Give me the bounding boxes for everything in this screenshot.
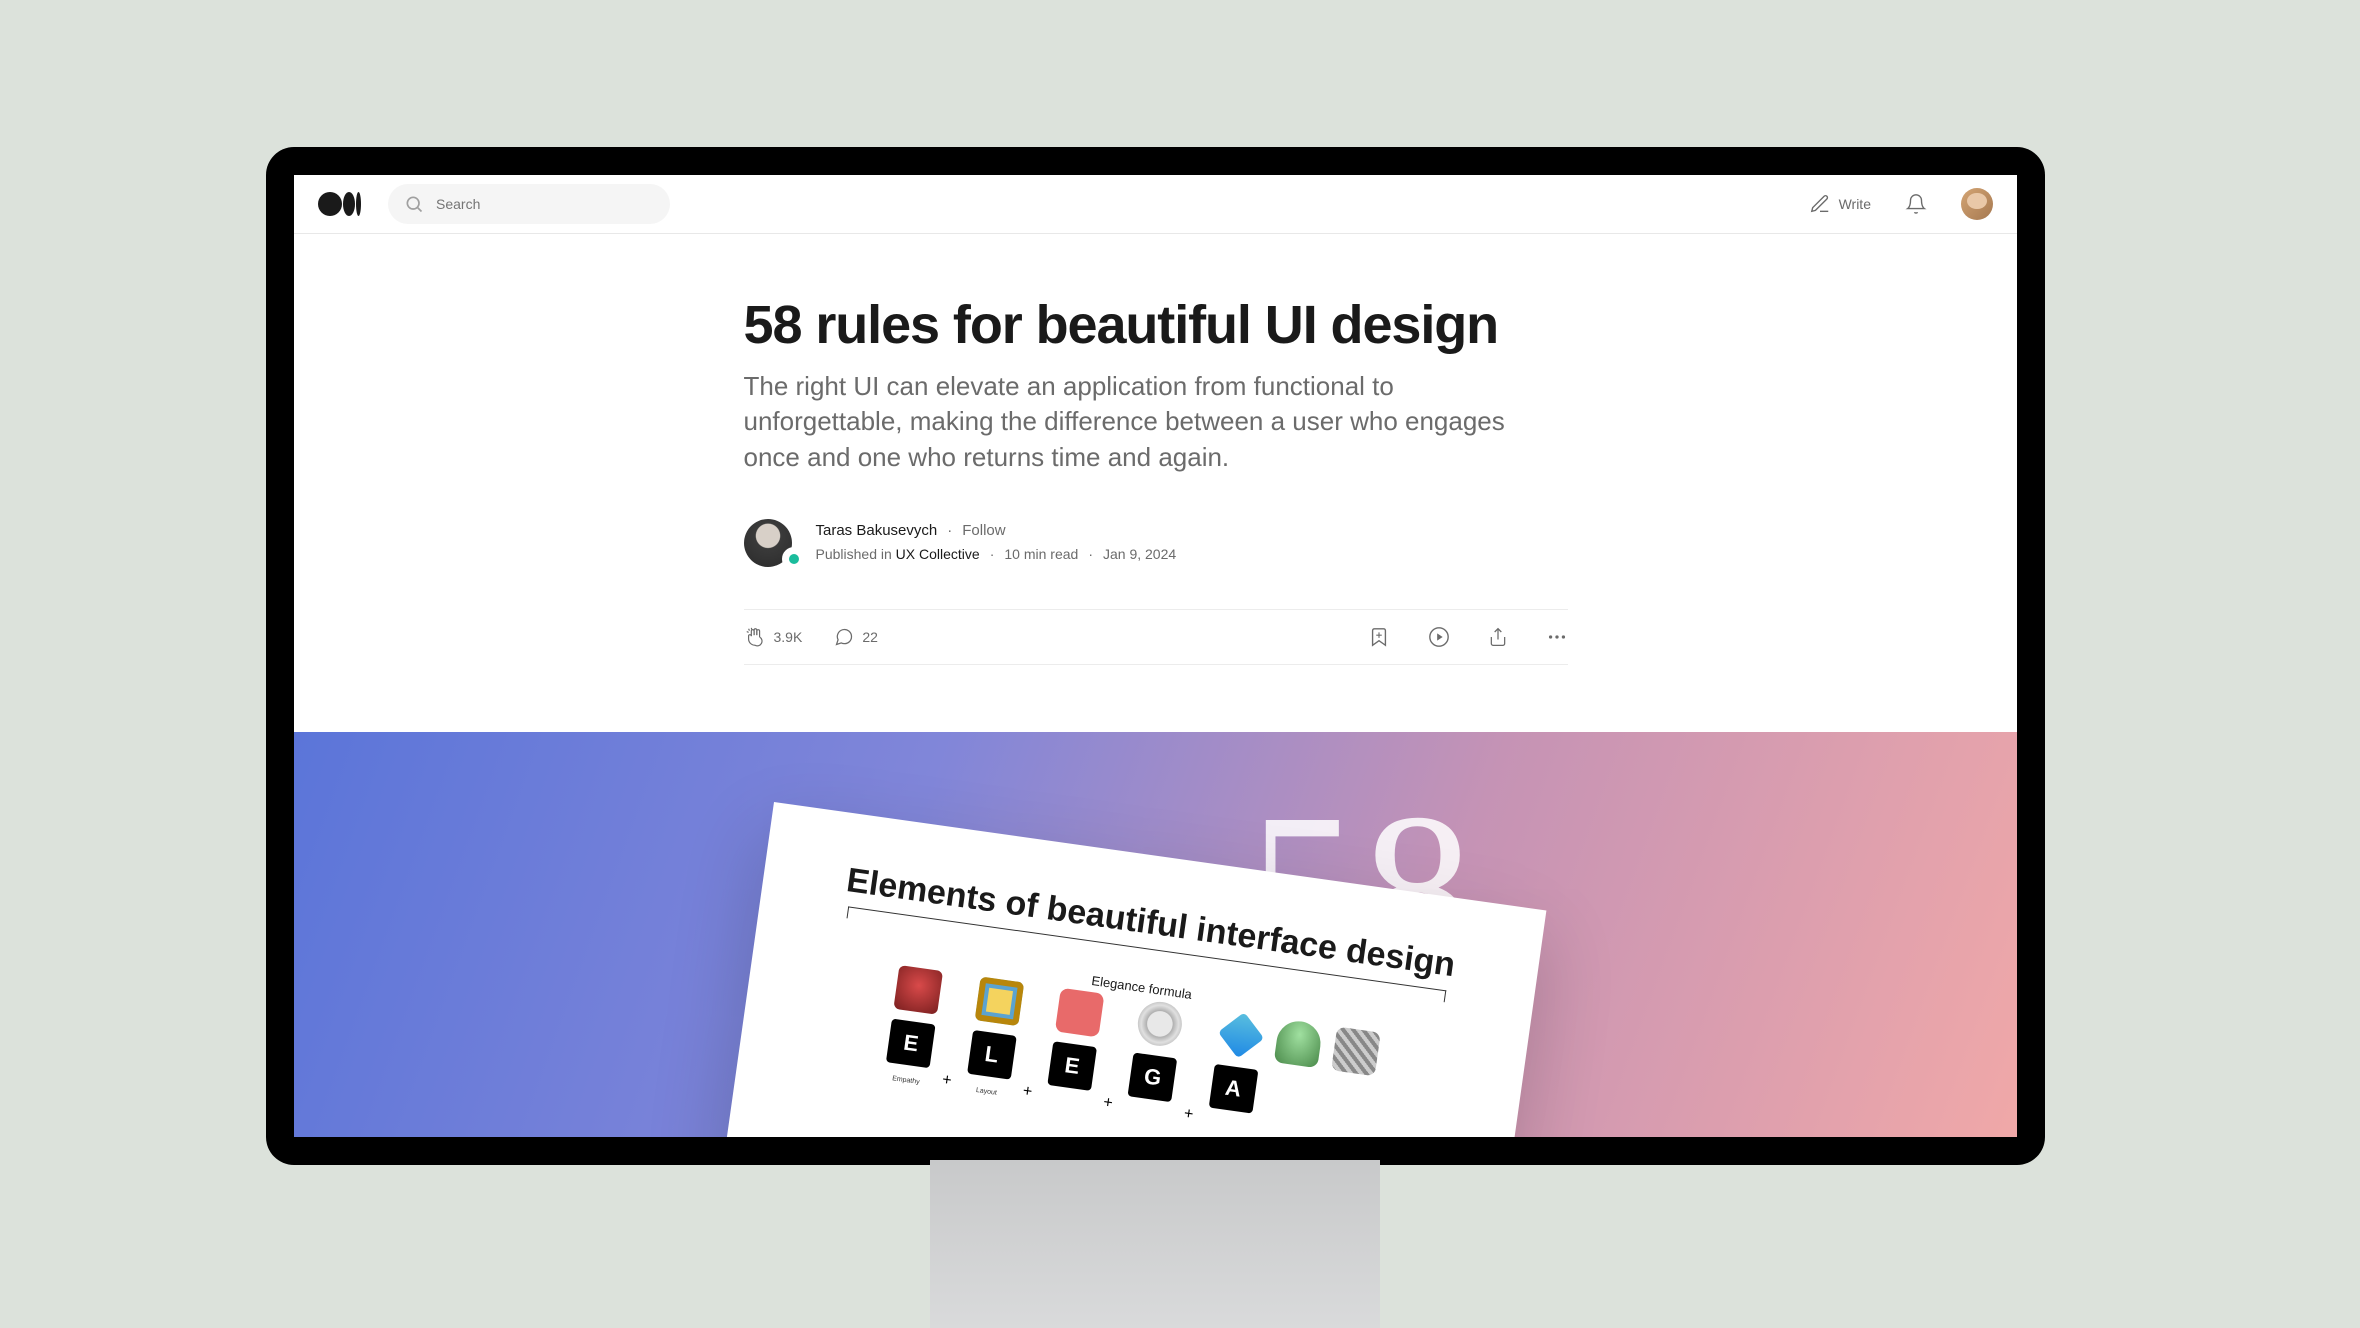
compass-icon bbox=[1135, 999, 1185, 1049]
author-avatar-group[interactable] bbox=[744, 519, 800, 567]
publication-link[interactable]: UX Collective bbox=[896, 546, 980, 562]
ticket-icon bbox=[1055, 988, 1105, 1038]
heart-icon bbox=[894, 965, 944, 1015]
ufo-icon bbox=[1273, 1018, 1323, 1068]
byline: Taras Bakusevych · Follow Published in U… bbox=[744, 519, 1568, 567]
author-name[interactable]: Taras Bakusevych bbox=[816, 519, 938, 542]
follow-button[interactable]: Follow bbox=[962, 519, 1005, 542]
comment-icon bbox=[834, 627, 854, 647]
nav-right: Write bbox=[1809, 188, 1993, 220]
action-bar: 3.9K 22 bbox=[744, 609, 1568, 665]
listen-button[interactable] bbox=[1428, 626, 1450, 648]
tile: L bbox=[967, 1030, 1017, 1080]
bell-icon bbox=[1905, 193, 1927, 215]
write-icon bbox=[1809, 193, 1831, 215]
play-icon bbox=[1428, 626, 1450, 648]
keyboard-icon bbox=[1331, 1027, 1381, 1077]
more-button[interactable] bbox=[1546, 626, 1568, 648]
share-icon bbox=[1488, 627, 1508, 647]
hero-image: 58 Elements of beautiful interface desig… bbox=[294, 732, 2017, 1137]
tile: G bbox=[1128, 1053, 1178, 1103]
search-icon bbox=[404, 194, 424, 214]
separator: · bbox=[1088, 544, 1093, 566]
notifications-button[interactable] bbox=[1905, 193, 1927, 215]
respond-button[interactable]: 22 bbox=[834, 627, 878, 647]
clap-count: 3.9K bbox=[774, 629, 803, 645]
tile-label: Empathy bbox=[892, 1075, 920, 1086]
publication-avatar[interactable] bbox=[782, 547, 806, 571]
clap-button[interactable]: 3.9K bbox=[744, 626, 803, 648]
clap-icon bbox=[744, 626, 766, 648]
medium-logo[interactable] bbox=[318, 190, 368, 218]
article-title: 58 rules for beautiful UI design bbox=[744, 296, 1568, 355]
publish-date: Jan 9, 2024 bbox=[1103, 544, 1176, 566]
search-box[interactable] bbox=[388, 184, 670, 224]
write-label: Write bbox=[1839, 196, 1871, 212]
article-subtitle: The right UI can elevate an application … bbox=[744, 369, 1534, 474]
separator: · bbox=[947, 519, 952, 542]
published-in-label: Published in UX Collective bbox=[816, 544, 980, 566]
frame-icon bbox=[974, 976, 1024, 1026]
bookmark-icon bbox=[1368, 626, 1390, 648]
top-nav: Write bbox=[294, 175, 2017, 234]
search-input[interactable] bbox=[436, 196, 654, 212]
read-time: 10 min read bbox=[1004, 544, 1078, 566]
write-button[interactable]: Write bbox=[1809, 193, 1871, 215]
bookmark-button[interactable] bbox=[1368, 626, 1390, 648]
tile: E bbox=[1047, 1041, 1097, 1091]
share-button[interactable] bbox=[1488, 627, 1508, 647]
monitor-frame: Write 58 rules for beautiful UI design T… bbox=[266, 147, 2045, 1165]
diamond-icon bbox=[1218, 1012, 1264, 1058]
byline-text: Taras Bakusevych · Follow Published in U… bbox=[816, 519, 1177, 566]
comment-count: 22 bbox=[862, 629, 878, 645]
separator: · bbox=[990, 544, 995, 566]
tile: E bbox=[886, 1019, 936, 1069]
tile-label: Layout bbox=[975, 1087, 997, 1097]
article: 58 rules for beautiful UI design The rig… bbox=[744, 296, 1568, 665]
tile: A bbox=[1208, 1064, 1258, 1114]
more-icon bbox=[1546, 626, 1568, 648]
user-avatar[interactable] bbox=[1961, 188, 1993, 220]
screen: Write 58 rules for beautiful UI design T… bbox=[294, 175, 2017, 1137]
monitor-stand bbox=[930, 1160, 1380, 1328]
